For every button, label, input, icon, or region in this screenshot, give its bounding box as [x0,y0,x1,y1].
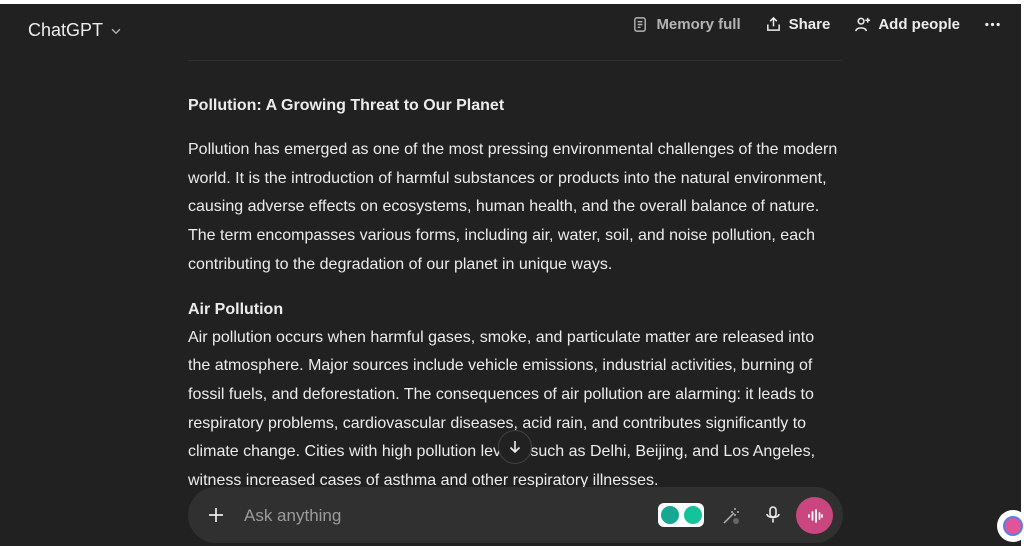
share-label: Share [788,16,831,33]
header-divider [188,60,843,61]
microphone-icon [766,506,780,523]
memory-icon [634,17,647,32]
share-button[interactable]: Share [765,16,831,33]
share-icon [766,16,780,31]
add-people-label: Add people [878,16,960,33]
chevron-down-icon [111,28,121,34]
top-bar: ChatGPT Memory full Share Add people [0,4,1021,60]
plus-icon [209,508,223,522]
more-options-icon [985,22,1000,27]
model-name: ChatGPT [28,20,104,40]
message-intro-paragraph: Pollution has emerged as one of the most… [188,141,838,273]
section-body-paragraph: Air pollution occurs when harmful gases,… [188,328,816,490]
voice-mode-button[interactable] [796,497,833,534]
floating-extension-icon[interactable] [997,510,1024,542]
extension-badge[interactable] [658,503,704,527]
grammarly-icon [683,506,702,524]
section-heading: Air Pollution [188,300,284,318]
model-switcher[interactable]: ChatGPT [20,16,131,45]
prompt-input[interactable] [242,503,626,529]
magic-wand-icon [723,508,739,524]
brain-icon [1003,516,1023,536]
arrow-down-icon [509,441,521,454]
attach-button[interactable] [204,503,228,527]
memory-full-label: Memory full [656,16,741,33]
tools-button[interactable] [718,503,744,529]
more-options-button[interactable] [984,16,1001,33]
voice-waveform-icon [807,508,823,523]
extension-icon-a [660,506,679,524]
dictate-button[interactable] [761,503,785,527]
add-person-icon [855,17,871,32]
message-title: Pollution: A Growing Threat to Our Plane… [188,97,505,114]
add-people-button[interactable]: Add people [854,16,960,33]
memory-full-button[interactable]: Memory full [632,16,741,33]
scroll-to-bottom-button[interactable] [498,430,532,464]
composer [188,487,843,543]
header-actions: Memory full Share Add people [632,16,1001,33]
